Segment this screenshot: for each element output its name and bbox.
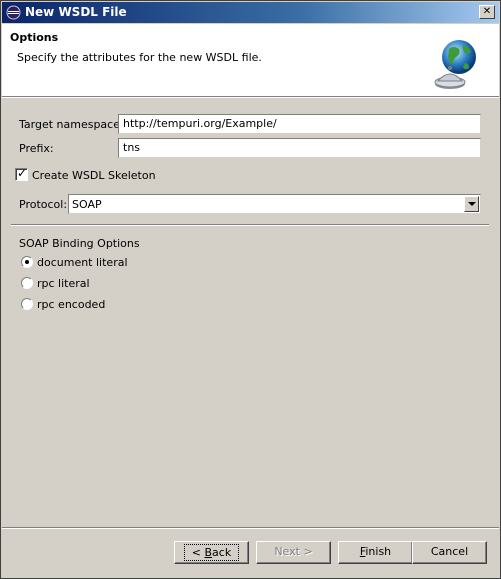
prefix-input[interactable]: tns [118,138,481,158]
page-description: Specify the attributes for the new WSDL … [17,51,262,64]
radio-label-document-literal[interactable]: document literal [37,256,128,269]
next-button-label: Next > [274,545,313,558]
back-button-label: < Back [183,544,240,561]
eclipse-icon [6,5,21,20]
chevron-down-icon[interactable] [464,196,479,212]
protocol-select[interactable]: SOAP [68,194,481,214]
radio-rpc-encoded[interactable] [21,298,33,310]
create-wsdl-skeleton-label[interactable]: Create WSDL Skeleton [32,169,156,182]
back-mnemonic: B [204,546,213,559]
protocol-label: Protocol: [19,198,68,211]
back-rest: ack [212,546,232,559]
section-separator [11,224,489,226]
finish-button-label: Finish [360,545,391,558]
soap-binding-options-label: SOAP Binding Options [19,237,140,250]
create-wsdl-skeleton-checkbox[interactable]: ✓ [15,166,28,181]
finish-button[interactable]: Finish [338,541,413,564]
close-icon: ✕ [482,6,492,17]
next-button[interactable]: Next > [256,541,331,564]
protocol-selected-value: SOAP [72,198,102,211]
target-namespace-label: Target namespace: [19,118,124,131]
checkmark-icon: ✓ [17,166,28,180]
new-wsdl-file-dialog: New WSDL File ✕ Options Specify the attr… [0,0,501,579]
window-title: New WSDL File [25,5,127,19]
radio-selected-dot [25,260,29,264]
title-bar[interactable]: New WSDL File ✕ [2,2,499,23]
radio-document-literal[interactable] [21,256,33,268]
cancel-button[interactable]: Cancel [412,541,487,564]
button-bar-separator [2,527,499,529]
back-prefix: < [191,546,205,559]
cancel-button-label: Cancel [430,545,469,558]
header-separator [2,96,499,98]
close-button[interactable]: ✕ [479,5,495,19]
back-button[interactable]: < Back [174,541,249,564]
radio-label-rpc-encoded[interactable]: rpc encoded [37,298,105,311]
globe-wsdl-icon [434,40,476,89]
prefix-label: Prefix: [19,142,54,155]
wizard-header: Options Specify the attributes for the n… [2,24,499,96]
target-namespace-input[interactable]: http://tempuri.org/Example/ [118,114,481,134]
radio-rpc-literal[interactable] [21,277,33,289]
page-title: Options [10,31,59,44]
radio-label-rpc-literal[interactable]: rpc literal [37,277,90,290]
finish-rest: inish [365,545,392,558]
